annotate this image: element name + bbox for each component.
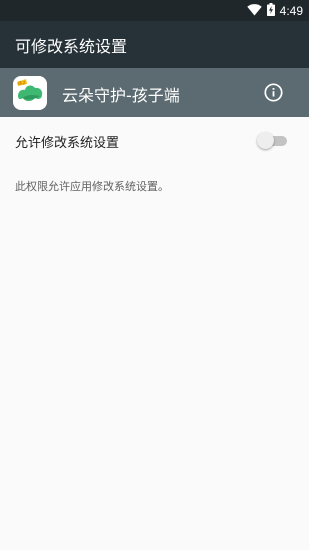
- app-bar: 可修改系统设置: [0, 21, 309, 68]
- page-title: 可修改系统设置: [15, 37, 128, 56]
- setting-label: 允许修改系统设置: [15, 136, 120, 151]
- allow-modify-settings-row[interactable]: 允许修改系统设置: [0, 117, 309, 163]
- switch-thumb: [257, 132, 274, 149]
- status-time: 4:49: [279, 3, 303, 18]
- status-icons: 4:49: [246, 1, 303, 20]
- app-icon-badge-text: 孩子: [18, 80, 26, 86]
- info-button[interactable]: [264, 83, 283, 102]
- app-header: 孩子 云朵守护-孩子端: [0, 68, 309, 117]
- app-name: 云朵守护-孩子端: [62, 86, 180, 105]
- permission-screen: 4:49 可修改系统设置 孩子 云朵守护-孩子端 允许修改系统设置 此权限允许应…: [0, 0, 309, 550]
- info-icon: [264, 83, 283, 102]
- allow-modify-settings-switch[interactable]: [257, 132, 287, 150]
- permission-description: 此权限允许应用修改系统设置。: [15, 180, 169, 193]
- status-bar: 4:49: [0, 0, 309, 21]
- wifi-icon: [246, 1, 262, 20]
- battery-charging-icon: [266, 1, 275, 20]
- yunduo-app-icon: 孩子: [13, 76, 47, 110]
